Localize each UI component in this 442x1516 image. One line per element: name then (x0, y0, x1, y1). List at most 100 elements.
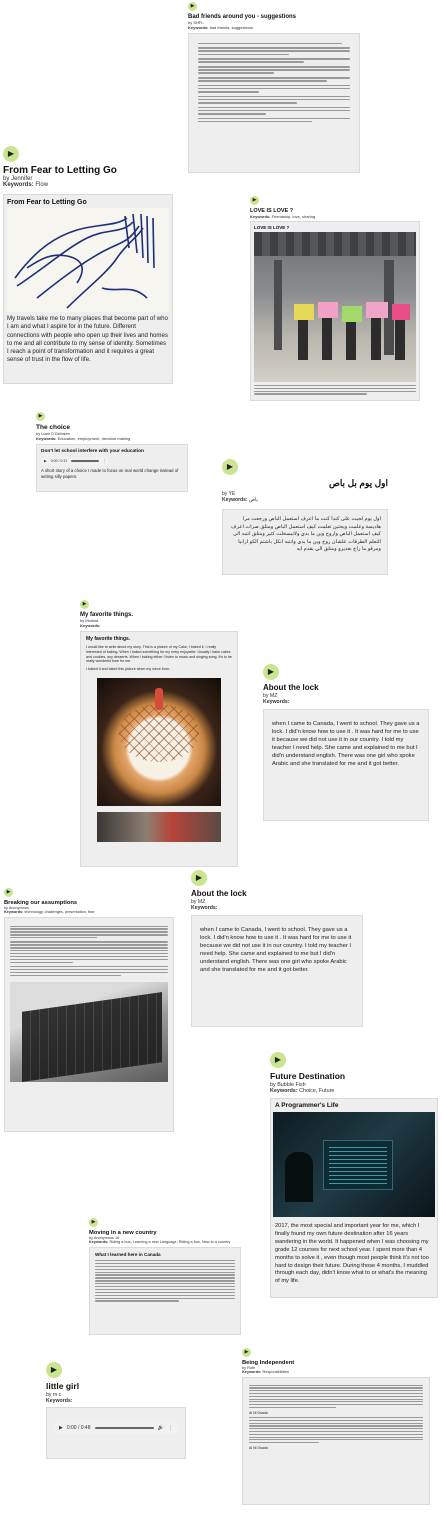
story-card-future: ▶ Future Destination by Bubble Fish Keyw… (270, 1052, 438, 1298)
story-body: ▶ 0:00 / 0:48 🔊 ⋮ (46, 1407, 186, 1459)
speaker-icon[interactable]: ▶ (46, 1362, 62, 1378)
story-title[interactable]: اول يوم بل باص (222, 478, 388, 489)
story-title[interactable]: The choice (36, 424, 188, 431)
keywords-label: Keywords: (263, 699, 290, 705)
speaker-icon[interactable]: ▶ (270, 1052, 286, 1068)
photo-cake (97, 677, 221, 806)
story-card-fear: ▶ From Fear to Letting Go by Jennifer Ke… (3, 146, 173, 384)
audio-time: 0:00 / 0:31 (50, 459, 68, 463)
speaker-icon[interactable]: ▶ (222, 459, 238, 475)
play-icon[interactable]: ▶ (44, 459, 47, 463)
audio-progress[interactable] (71, 460, 99, 462)
image-title: From Fear to Letting Go (7, 199, 87, 206)
keywords-label: Keywords: (3, 182, 34, 188)
story-body: when I came to Canada, I went to school.… (191, 915, 363, 1027)
story-title[interactable]: Future Destination (270, 1071, 438, 1081)
speaker-icon[interactable]: ▶ (89, 1218, 98, 1227)
story-body (188, 33, 360, 173)
photo-strip (97, 811, 221, 842)
keywords-label: Keywords: (188, 25, 209, 30)
more-icon[interactable]: ⋮ (168, 1425, 173, 1431)
story-keywords: Friendship, love, sharing (271, 214, 316, 219)
more-icon[interactable]: ⋮ (103, 459, 107, 463)
speaker-icon[interactable]: ▶ (80, 600, 89, 609)
keywords-label: Keywords: (222, 497, 248, 503)
story-card-moving: ▶ Moving in a new country by Anonymous 1… (89, 1218, 241, 1335)
story-body: From Fear to Letting Go My travels take … (3, 194, 173, 384)
story-card-lock-2: ▶ About the lock by MZ Keywords: when I … (191, 870, 363, 1027)
image-label: LOVE IS LOVE ? (254, 225, 290, 230)
story-card-bad-friends: ▶ Bad friends around you - suggestions b… (188, 2, 360, 173)
keywords-label: Keywords: (250, 214, 271, 219)
story-body: A Programmer's Life 2017, the most speci… (270, 1098, 438, 1298)
keywords-label: Keywords: (36, 436, 57, 441)
signature-2: Ai Ni Osada (249, 1446, 268, 1451)
keywords-label: Keywords: (89, 1240, 109, 1244)
audio-player[interactable]: ▶ 0:00 / 0:31 ⋮ (41, 457, 109, 465)
story-text: when I came to Canada, I went to school.… (272, 721, 420, 767)
story-body: when I came to Canada, I went to school.… (263, 709, 429, 821)
story-card-independent: ▶ Being Independent by Ruth Keywords: Re… (242, 1348, 430, 1505)
photo-laptop (10, 981, 168, 1082)
river-drawing (7, 208, 169, 312)
story-keywords: bad friends, suggestions (209, 25, 253, 30)
story-keywords: Riding a bus, Learning a new Language, R… (109, 1240, 231, 1244)
volume-icon[interactable]: 🔊 (158, 1425, 164, 1431)
keywords-label: Keywords: (46, 1398, 73, 1404)
story-text: when I came to Canada, I went to school.… (200, 927, 352, 973)
story-body: اول يوم لجيت على كندا كنت ما اعرف استعمل… (222, 509, 388, 575)
keywords-label: Keywords: (4, 910, 24, 914)
story-heading: What I learned here in Canada (95, 1252, 161, 1257)
story-keywords: Choice, Future (299, 1088, 335, 1094)
story-body: My favorite things. I would like to writ… (80, 631, 238, 867)
story-keywords: باص (248, 497, 258, 503)
audio-progress[interactable] (94, 1426, 154, 1429)
story-title[interactable]: little girl (46, 1381, 186, 1391)
story-title[interactable]: About the lock (191, 889, 363, 898)
keywords-label: Keywords: (80, 623, 101, 628)
keywords-label: Keywords: (191, 905, 218, 911)
story-card-love: ▶ LOVE IS LOVE ? Keywords: Friendship, l… (250, 196, 420, 401)
story-card-bus: ▶ اول يوم بل باص by YE Keywords: باص اول… (222, 459, 388, 575)
story-title[interactable]: From Fear to Letting Go (3, 165, 173, 176)
story-body: LOVE IS LOVE ? (250, 221, 420, 401)
story-card-little-girl: ▶ little girl by m.c Keywords: ▶ 0:00 / … (46, 1362, 186, 1459)
story-keywords: Education, employment, decision making (57, 436, 131, 441)
audio-player[interactable]: ▶ 0:00 / 0:48 🔊 ⋮ (53, 1421, 179, 1434)
story-card-choice: ▶ The choice by Liam D'Gehalen Keywords:… (36, 412, 188, 492)
story-card-lock-1: ▶ About the lock by MZ Keywords: when I … (263, 664, 429, 821)
keywords-label: Keywords: (270, 1088, 298, 1094)
speaker-icon[interactable]: ▶ (188, 2, 197, 11)
story-text-2: I baked it and taked this picture when m… (86, 667, 170, 672)
story-text: A short story of a choice I made to focu… (41, 468, 179, 479)
story-body (4, 917, 174, 1132)
signature: Ai Ni Osada (249, 1411, 268, 1416)
story-heading: Don't let school interfere with your edu… (41, 449, 144, 454)
story-text: 2017, the most special and important yea… (275, 1223, 429, 1285)
speaker-icon[interactable]: ▶ (250, 196, 259, 205)
story-body: What I learned here in Canada (89, 1247, 241, 1335)
story-text: اول يوم لجيت على كندا كنت ما اعرف استعمل… (231, 516, 381, 553)
story-keywords: technology, challenges, presentation, fe… (24, 910, 95, 914)
audio-time: 0:00 / 0:48 (66, 1424, 91, 1431)
image-title: A Programmer's Life (275, 1102, 339, 1109)
speaker-icon[interactable]: ▶ (4, 888, 13, 897)
speaker-icon[interactable]: ▶ (263, 664, 279, 680)
story-heading: My favorite things. (86, 636, 131, 642)
story-card-favorite: ▶ My favorite things. by Mulima Keywords… (80, 600, 238, 867)
story-keywords: Flow (35, 182, 49, 188)
speaker-icon[interactable]: ▶ (242, 1348, 251, 1357)
play-icon[interactable]: ▶ (59, 1425, 63, 1431)
story-text: I would like to write about my story. Th… (86, 645, 232, 664)
story-title[interactable]: About the lock (263, 683, 429, 692)
story-card-assumptions: ▶ Breaking our assumptions by Anonymous … (4, 888, 174, 1132)
speaker-icon[interactable]: ▶ (3, 146, 19, 162)
story-body: Ai Ni Osada Ai Ni Osada (242, 1377, 430, 1505)
speaker-icon[interactable]: ▶ (191, 870, 207, 886)
photo-programmer (273, 1112, 435, 1217)
story-keywords: Responsibilities (262, 1370, 289, 1374)
story-text: My travels take me to many places that b… (7, 315, 168, 364)
photo-girls-with-signs (254, 232, 416, 382)
story-body: Don't let school interfere with your edu… (36, 444, 188, 492)
speaker-icon[interactable]: ▶ (36, 412, 45, 421)
